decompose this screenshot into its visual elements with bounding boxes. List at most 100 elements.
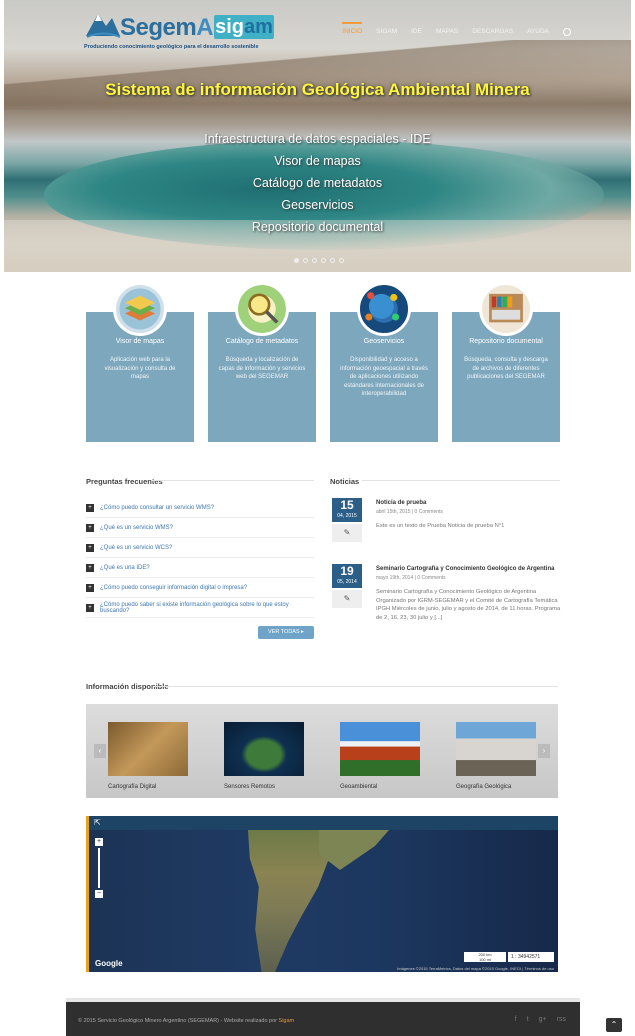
thumb-cartografia-digital[interactable] — [108, 722, 188, 776]
rss-icon[interactable]: rss — [557, 1016, 566, 1023]
share-icon[interactable]: ⇱ — [94, 818, 101, 827]
faq-item[interactable]: + ¿Cómo puedo consultar un servicio WMS? — [86, 498, 314, 518]
chevron-right-icon[interactable]: › — [538, 744, 550, 758]
zoom-slider[interactable] — [98, 848, 100, 888]
thumb-geografia-geologica[interactable] — [456, 722, 536, 776]
thumb-label[interactable]: Cartografía Digital — [108, 784, 156, 790]
news-day: 15 — [340, 498, 354, 512]
footer-author-link[interactable]: Sigam — [279, 1018, 295, 1024]
google-logo: Google — [95, 959, 123, 968]
faq-question: ¿Cómo puedo saber si existe información … — [100, 601, 289, 614]
slider-dot[interactable] — [312, 258, 317, 263]
pin-icon[interactable]: ✎ — [332, 590, 362, 608]
map-land-brazil — [319, 830, 389, 870]
thumb-label[interactable]: Sensores Remotos — [224, 784, 275, 790]
nav-item-descargas[interactable]: DESCARGAS — [472, 28, 513, 36]
mountain-logo-icon — [86, 14, 121, 38]
nav-item-inicio[interactable]: INICIO — [342, 22, 363, 36]
slider-dot[interactable] — [321, 258, 326, 263]
faq-item[interactable]: + ¿Cómo puedo conseguir información digit… — [86, 578, 314, 598]
main-nav: INICIO SIGAM IDE MAPAS DESCARGAS AYUDA — [342, 22, 571, 36]
footer-copyright: © 2015 Servicio Geológico Minero Argenti… — [78, 1018, 294, 1024]
layers-globe-icon — [113, 282, 167, 336]
thumb-geoambiental[interactable] — [340, 722, 420, 776]
news-excerpt: Este es un texto de Prueba Noticia de pr… — [376, 523, 505, 529]
footer-copy-text: © 2015 Servicio Geológico Minero Argenti… — [78, 1018, 277, 1024]
plus-icon: + — [86, 543, 94, 552]
scale-ratio-select[interactable]: 1 : 34942571 — [508, 952, 554, 962]
info-carousel: ‹ › Cartografía Digital Sensores Remotos… — [86, 704, 558, 798]
globe-network-icon — [357, 282, 411, 336]
news-month: 04, 2015 — [337, 513, 357, 519]
faq-item[interactable]: + ¿Qué es una IDE? — [86, 558, 314, 578]
ver-todas-label: VER TODAS — [268, 629, 300, 635]
hero-link-catalogo[interactable]: Catálogo de metadatos — [4, 172, 631, 194]
news-list: 15 04, 2015 ✎ Noticia de prueba abril 15t… — [330, 476, 560, 621]
thumb-sensores-remotos[interactable] — [224, 722, 304, 776]
hero-link-ide[interactable]: Infraestructura de datos espaciales - ID… — [4, 128, 631, 150]
faq-question: ¿Qué es un servicio WMS? — [100, 524, 174, 531]
hero-title: Sistema de información Geológica Ambient… — [105, 80, 530, 99]
logo-sigam: sigam — [214, 15, 274, 39]
feature-desc: Disponibilidad y acceso a información ge… — [340, 357, 428, 397]
hero-link-visor[interactable]: Visor de mapas — [4, 150, 631, 172]
nav-item-mapas[interactable]: MAPAS — [436, 28, 458, 36]
faq-question: ¿Qué es una IDE? — [100, 564, 150, 571]
facebook-icon[interactable]: f — [515, 1016, 517, 1023]
map-scale-bar: 200 km 100 mi — [464, 952, 506, 962]
faq-question: ¿Cómo puedo consultar un servicio WMS? — [100, 504, 215, 511]
thumb-label[interactable]: Geoambiental — [340, 784, 377, 790]
hero-link-geoservicios[interactable]: Geoservicios — [4, 194, 631, 216]
feature-desc: Búsqueda y localización de capas de info… — [218, 357, 306, 380]
news-headline[interactable]: Seminario Cartografía y Conocimiento Geo… — [376, 566, 554, 572]
faq-item[interactable]: + ¿Cómo puedo saber si existe información… — [86, 598, 314, 618]
news-month: 05, 2014 — [337, 579, 357, 585]
site-footer: © 2015 Servicio Geológico Minero Argenti… — [66, 998, 580, 1036]
news-date-badge: 19 05, 2014 — [332, 564, 362, 588]
slider-dot[interactable] — [294, 258, 299, 263]
nav-item-sigam[interactable]: SIGAM — [376, 28, 397, 36]
plus-icon: + — [86, 503, 94, 512]
news-item: 15 04, 2015 ✎ Noticia de prueba abril 15t… — [330, 476, 560, 542]
nav-item-ide[interactable]: IDE — [411, 28, 422, 36]
search-icon[interactable] — [563, 28, 571, 36]
map-land-south-america — [248, 830, 329, 972]
news-date-badge: 15 04, 2015 — [332, 498, 362, 522]
logo-tagline: Produciendo conocimiento geológico para … — [84, 44, 259, 50]
hero-slider: SegemAR sigam Produciendo conocimiento g… — [4, 0, 631, 272]
map-copyright[interactable]: Imágenes ©2015 TerraMetrics, Datos del m… — [397, 966, 554, 971]
twitter-icon[interactable]: t — [527, 1016, 529, 1023]
scroll-to-top-button[interactable]: ⌃ — [606, 1018, 622, 1032]
zoom-control: + − — [95, 838, 103, 908]
faq-title: Preguntas frecuentes — [86, 477, 163, 486]
nav-item-ayuda[interactable]: AYUDA — [527, 28, 549, 36]
faq-item[interactable]: + ¿Qué es un servicio WCS? — [86, 538, 314, 558]
scale-bottom: 100 mi — [478, 957, 491, 962]
feature-title: Catálogo de metadatos — [225, 338, 299, 345]
zoom-out-button[interactable]: − — [95, 890, 103, 898]
slider-dot[interactable] — [339, 258, 344, 263]
thumb-label[interactable]: Geografía Geológica — [456, 784, 511, 790]
feature-desc: Búsqueda, consulta y descarga de archivo… — [464, 357, 548, 380]
feature-title: Visor de mapas — [115, 338, 165, 345]
zoom-in-button[interactable]: + — [95, 838, 103, 846]
feature-boxes: Visor de mapas Aplicación web para la vi… — [86, 282, 562, 442]
news-headline[interactable]: Noticia de prueba — [376, 500, 426, 506]
news-day: 19 — [340, 564, 354, 578]
slider-dot[interactable] — [303, 258, 308, 263]
hero-link-repositorio[interactable]: Repositorio documental — [4, 216, 631, 238]
google-plus-icon[interactable]: g+ — [539, 1016, 547, 1023]
plus-icon: + — [86, 603, 94, 612]
ver-todas-button[interactable]: VER TODAS ▸ — [258, 626, 314, 639]
pin-icon[interactable]: ✎ — [332, 524, 362, 542]
slider-dot[interactable] — [330, 258, 335, 263]
map-toolbar: ⇱ — [89, 816, 558, 830]
map-viewer[interactable]: ⇱ + − Google 200 km 100 mi 1 : 34942571 … — [86, 816, 558, 972]
site-logo[interactable]: SegemAR sigam Produciendo conocimiento g… — [84, 6, 284, 50]
slider-dots — [294, 258, 344, 263]
faq-item[interactable]: + ¿Qué es un servicio WMS? — [86, 518, 314, 538]
plus-icon: + — [86, 583, 94, 592]
chevron-left-icon[interactable]: ‹ — [94, 744, 106, 758]
faq-question: ¿Qué es un servicio WCS? — [100, 544, 173, 551]
social-links: f t g+ rss — [515, 1016, 566, 1023]
